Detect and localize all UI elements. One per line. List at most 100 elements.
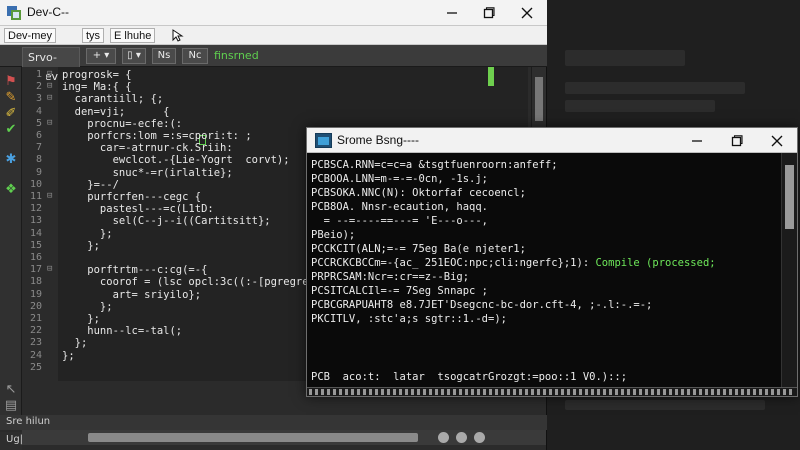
pointer-cursor-icon xyxy=(172,29,184,42)
console-line: PCCKCIT(ALN;=-= 75eg Ba(e njeter1; xyxy=(311,243,526,255)
code-line: porfcrs:lom =:s=cpori:t: ; xyxy=(62,130,252,142)
console-line: PCB aco:t: latar tsogcatrGrozgt:=poo::1 … xyxy=(311,371,628,383)
code-line: }; xyxy=(62,349,75,362)
line-number: 2 xyxy=(35,81,42,93)
console-line: PCSITCALCIl=-= 7Seg Snnapc ; xyxy=(311,285,489,297)
code-line: ing= Ma:{ { xyxy=(62,81,132,94)
close-icon xyxy=(771,135,783,146)
console-line: PCBOOA.LNN=m-=-=-0cn, -1s.j; xyxy=(311,173,489,185)
menubar: Dev-mey tys E lhuhe xyxy=(0,26,547,45)
code-line: sel(C--j--i((Cartitsitt}; xyxy=(62,215,271,228)
console-maximize-button[interactable] xyxy=(717,128,757,153)
arrow-icon[interactable]: ↖ xyxy=(3,381,19,397)
tab-file[interactable]: Srvo-cmev xyxy=(22,47,80,83)
background-text-block xyxy=(565,82,745,94)
console-close-button[interactable] xyxy=(757,128,797,153)
console-line: PCBSCA.RNN=c=c=a &tsgtfuenroorn:anfeff; xyxy=(311,159,558,171)
line-number: 10 xyxy=(29,178,42,190)
line-number: 6 xyxy=(35,130,42,141)
minimize-icon xyxy=(447,12,457,14)
scroll-right-icon[interactable] xyxy=(474,432,485,443)
line-number: 4 xyxy=(35,105,42,117)
class-browser-icon[interactable]: ❖ xyxy=(3,181,19,197)
build-status-text: finsrned xyxy=(214,49,259,62)
line-number: 13 xyxy=(29,215,42,227)
line-number: 9 xyxy=(35,166,42,178)
code-line: hunn--lc=-tal(; xyxy=(62,325,183,338)
window-title: Dev-C-- xyxy=(27,5,69,19)
code-line: }; xyxy=(62,227,113,240)
scroll-stop-icon[interactable] xyxy=(456,432,467,443)
console-line: PKCITLV, :stc'a;s sgtr::1.-d=); xyxy=(311,313,507,325)
line-number: 21 xyxy=(29,313,42,324)
code-line: }=--/ xyxy=(62,178,119,191)
scrollbar-thumb[interactable] xyxy=(785,165,794,229)
menu-item-dev[interactable]: Dev-mey xyxy=(4,28,57,43)
line-number: 24 xyxy=(29,349,42,361)
fold-marker-icon[interactable]: ⊟ xyxy=(47,191,55,201)
pencil-icon[interactable]: ✐ xyxy=(3,105,19,121)
bookmark-icon[interactable]: ⚑ xyxy=(3,73,19,89)
line-number: 5 xyxy=(35,117,42,129)
maximize-icon xyxy=(731,134,743,146)
status-bar: Sre hilun xyxy=(0,415,547,430)
console-output[interactable]: PCBSCA.RNN=c=c=a &tsgtfuenroorn:anfeff; P… xyxy=(307,153,781,387)
nc-button[interactable]: Nc xyxy=(182,48,208,64)
line-number: 1 xyxy=(35,69,42,80)
fold-marker-icon[interactable]: ⊟ xyxy=(47,81,55,91)
line-number-gutter: 1 2 3 4 5 6 7 8 9 10 11 12 13 14 15 16 17 18 19 20 21 22 23 24 2… xyxy=(22,67,46,381)
line-number: 11 xyxy=(29,191,42,202)
status-text: Sre hilun xyxy=(6,416,51,427)
minimize-button[interactable] xyxy=(433,0,471,26)
code-line: car=-atrnur-ck.Sriih: xyxy=(62,142,233,155)
console-minimize-button[interactable] xyxy=(677,128,717,153)
scrollbar-thumb[interactable] xyxy=(88,433,418,442)
close-button[interactable] xyxy=(508,0,546,26)
console-icon xyxy=(315,133,332,148)
background-text-block xyxy=(565,50,685,66)
line-number: 8 xyxy=(35,154,42,166)
frame-dropdown-button[interactable]: ▯ ▾ xyxy=(122,48,146,64)
minimize-icon xyxy=(692,139,702,142)
fold-marker-icon[interactable]: ⊟ xyxy=(47,93,55,103)
line-number: 17 xyxy=(29,264,42,276)
code-line: }; xyxy=(62,300,113,313)
console-titlebar[interactable]: Srome Bsng---- xyxy=(307,128,797,153)
line-number: 14 xyxy=(29,227,42,239)
console-vertical-scrollbar[interactable] xyxy=(781,153,797,387)
close-icon xyxy=(521,7,533,19)
fold-marker-icon[interactable]: ⊟ xyxy=(47,69,55,79)
scrollbar-thumb[interactable] xyxy=(535,77,543,121)
ns-button[interactable]: Ns xyxy=(152,48,176,64)
menu-item-help[interactable]: E lhuhe xyxy=(110,28,156,43)
console-bottom-edge xyxy=(307,387,797,396)
scroll-left-icon[interactable] xyxy=(438,432,449,443)
add-button[interactable]: + ▾ xyxy=(86,48,116,64)
menu-item-tys[interactable]: tys xyxy=(82,28,105,43)
fold-marker-icon[interactable]: ⊟ xyxy=(47,264,55,274)
console-dashed-border xyxy=(309,389,795,395)
editor-toolbar: Srvo-cmev + ▾ ▯ ▾ Ns Nc finsrned xyxy=(0,45,547,83)
line-number: 22 xyxy=(29,325,42,337)
gear-icon[interactable]: ✱ xyxy=(3,151,19,167)
code-line: progrosk= { xyxy=(62,69,132,81)
check-icon[interactable]: ✔ xyxy=(3,121,19,137)
line-number: 23 xyxy=(29,337,42,349)
ide-titlebar[interactable]: Dev-C-- xyxy=(0,0,547,26)
console-line: PBeio); xyxy=(311,229,356,241)
editor-horizontal-scrollbar[interactable] xyxy=(22,430,546,445)
line-number: 3 xyxy=(35,93,42,105)
debug-icon[interactable]: ✎ xyxy=(3,89,19,105)
app-icon xyxy=(7,6,21,20)
left-tool-strip: ⚑ ✎ ✐ ✔ ✱ ❖ ↖ ▤ xyxy=(0,67,22,415)
code-line: carantiill; {; xyxy=(62,93,164,106)
maximize-button[interactable] xyxy=(470,0,508,26)
maximize-icon xyxy=(483,7,495,19)
line-number: 7 xyxy=(35,142,42,154)
fold-marker-icon[interactable]: ⊟ xyxy=(47,118,55,128)
console-line: PCBCGRAPUAHT8 e8.7JET'Dsegcnc-bc-dor.cft… xyxy=(311,299,653,311)
layers-icon[interactable]: ▤ xyxy=(3,397,19,413)
console-line: PCBSOKA.NNC(N): Oktorfaf cecoencl; xyxy=(311,187,526,199)
code-line: }; xyxy=(62,239,100,252)
background-text-block xyxy=(565,400,765,410)
